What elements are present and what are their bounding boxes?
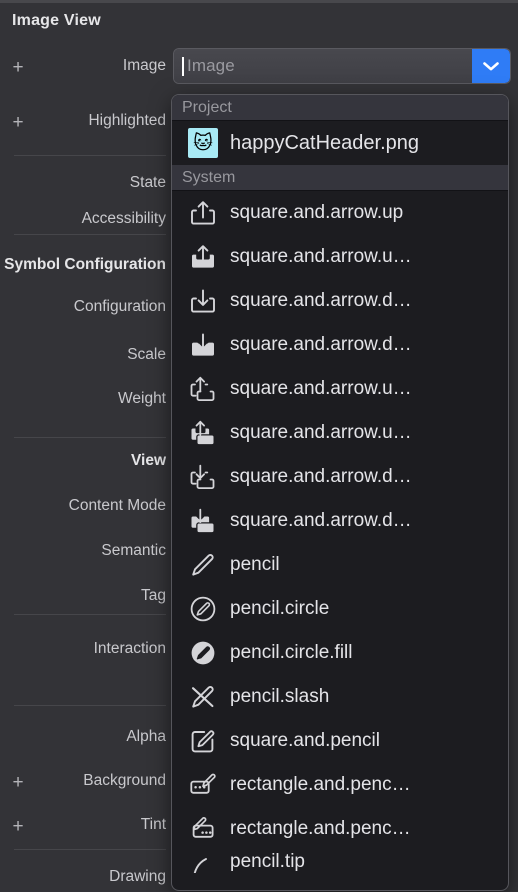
attribute-label: Background xyxy=(83,772,166,789)
dropdown-item[interactable]: pencil xyxy=(172,543,508,587)
dropdown-item-label: square.and.arrow.u… xyxy=(230,246,412,267)
dropdown-item[interactable]: square.and.arrow.u… xyxy=(172,411,508,455)
pencil-icon xyxy=(182,548,224,582)
dropdown-section-header: System xyxy=(172,165,508,191)
dropdown-item-partial[interactable]: pencil.tip xyxy=(172,851,508,873)
pencil-circle-icon xyxy=(182,592,224,626)
dropdown-item[interactable]: pencil.slash xyxy=(172,675,508,719)
dropdown-item[interactable]: square.and.arrow.up xyxy=(172,191,508,235)
square-and-arrow-up-fill-icon xyxy=(182,240,224,274)
image-dropdown-list[interactable]: Project 🐱 happyCatHeader.png System square.a… xyxy=(172,95,508,890)
chevron-down-icon xyxy=(482,60,500,72)
cat-thumbnail-icon: 🐱 xyxy=(182,126,224,160)
dropdown-item[interactable]: rectangle.and.penc… xyxy=(172,807,508,851)
image-input[interactable]: Image xyxy=(174,49,472,83)
square-and-arrow-down-on-square-fill-icon xyxy=(182,504,224,538)
attribute-label: Tint xyxy=(140,816,166,833)
page-title: Image View xyxy=(12,12,101,29)
pencil-circle-fill-icon xyxy=(182,636,224,670)
section-separator xyxy=(14,437,166,438)
attribute-label: Image xyxy=(122,57,166,74)
attribute-label: Interaction xyxy=(93,640,166,657)
attribute-label: Accessibility xyxy=(81,210,166,227)
dropdown-item-label: pencil xyxy=(230,554,280,575)
rectangle-and-pencil-and-ellipsis-alt-icon xyxy=(182,812,224,846)
square-and-arrow-down-fill-icon xyxy=(182,328,224,362)
section-separator xyxy=(14,849,166,850)
dropdown-item[interactable]: square.and.arrow.d… xyxy=(172,499,508,543)
dropdown-item[interactable]: square.and.arrow.d… xyxy=(172,279,508,323)
rectangle-and-pencil-and-ellipsis-icon xyxy=(182,768,224,802)
dropdown-item-label: square.and.arrow.d… xyxy=(230,290,412,311)
image-asset-thumbnail: 🐱 xyxy=(188,128,218,158)
attribute-label: Tag xyxy=(141,587,166,604)
dropdown-item-label: square.and.arrow.d… xyxy=(230,466,412,487)
dropdown-item[interactable]: square.and.arrow.u… xyxy=(172,235,508,279)
square-and-arrow-up-icon xyxy=(182,196,224,230)
attribute-label: Content Mode xyxy=(68,497,166,514)
attribute-label: Configuration xyxy=(73,298,166,315)
section-separator xyxy=(14,614,166,615)
dropdown-item[interactable]: pencil.circle xyxy=(172,587,508,631)
pencil-slash-icon xyxy=(182,680,224,714)
dropdown-item[interactable]: square.and.arrow.u… xyxy=(172,367,508,411)
attributes-inspector-panel: Image View + Image + Highlighted State Access… xyxy=(0,3,518,892)
attribute-label: Alpha xyxy=(126,728,166,745)
dropdown-item-label: square.and.arrow.u… xyxy=(230,422,412,443)
square-and-arrow-down-on-square-icon xyxy=(182,460,224,494)
dropdown-item-label: happyCatHeader.png xyxy=(230,131,420,154)
dropdown-item-label: square.and.arrow.d… xyxy=(230,334,412,355)
text-caret xyxy=(182,56,184,76)
attribute-label: View xyxy=(130,452,166,469)
attribute-label: Highlighted xyxy=(88,112,166,129)
dropdown-item[interactable]: 🐱 happyCatHeader.png xyxy=(172,121,508,165)
square-and-arrow-down-icon xyxy=(182,284,224,318)
dropdown-item-label: square.and.arrow.u… xyxy=(230,378,412,399)
square-and-pencil-icon xyxy=(182,724,224,758)
dropdown-item-label: square.and.pencil xyxy=(230,730,380,751)
dropdown-item-label: pencil.circle.fill xyxy=(230,642,353,663)
dropdown-item[interactable]: pencil.circle.fill xyxy=(172,631,508,675)
dropdown-item[interactable]: rectangle.and.penc… xyxy=(172,763,508,807)
section-separator xyxy=(14,234,166,235)
attribute-label: Scale xyxy=(127,346,166,363)
image-input-placeholder: Image xyxy=(187,56,235,75)
attribute-label: Semantic xyxy=(101,542,166,559)
dropdown-item-label: square.and.arrow.up xyxy=(230,202,404,223)
dropdown-item[interactable]: square.and.arrow.d… xyxy=(172,455,508,499)
section-separator xyxy=(14,155,166,156)
image-combobox[interactable]: Image xyxy=(174,49,510,83)
section-separator xyxy=(14,705,166,706)
dropdown-item-label: rectangle.and.penc… xyxy=(230,818,411,839)
attribute-label: State xyxy=(129,174,166,191)
attribute-label: Drawing xyxy=(109,868,166,885)
dropdown-item-partial-label: pencil.tip xyxy=(230,851,305,872)
image-dropdown-menu[interactable]: Project 🐱 happyCatHeader.png System square.a… xyxy=(172,95,508,890)
dropdown-item-label: pencil.slash xyxy=(230,686,330,707)
dropdown-item-label: square.and.arrow.d… xyxy=(230,510,412,531)
attribute-label: Weight xyxy=(118,390,166,407)
dropdown-item-label: pencil.circle xyxy=(230,598,330,619)
square-and-arrow-up-on-square-fill-icon xyxy=(182,416,224,450)
dropdown-item[interactable]: square.and.arrow.d… xyxy=(172,323,508,367)
image-dropdown-button[interactable] xyxy=(472,49,510,83)
dropdown-item-label: rectangle.and.penc… xyxy=(230,774,411,795)
attribute-label: Symbol Configuration xyxy=(4,256,166,273)
square-and-arrow-up-on-square-icon xyxy=(182,372,224,406)
pencil-tip-icon xyxy=(182,851,224,873)
dropdown-item[interactable]: square.and.pencil xyxy=(172,719,508,763)
dropdown-section-header: Project xyxy=(172,95,508,121)
